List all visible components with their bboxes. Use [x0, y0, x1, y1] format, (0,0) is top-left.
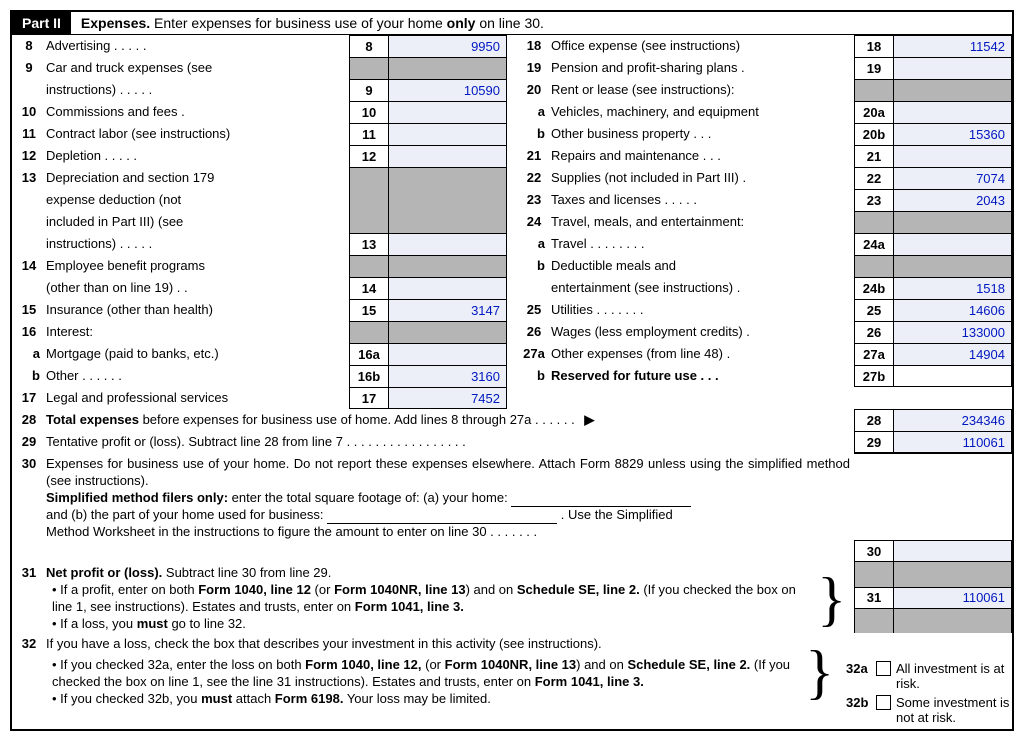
value-25[interactable]: 14606 [894, 299, 1012, 321]
form-schedule-c-part2: Part II Expenses. Enter expenses for bus… [10, 10, 1014, 731]
line-19: 19 Pension and profit-sharing plans . 19 [517, 57, 1012, 79]
line-16b: b Other . . . . . . 16b 3160 [12, 365, 507, 387]
line-20: 20 Rent or lease (see instructions): [517, 79, 1012, 101]
value-24b[interactable]: 1518 [894, 277, 1012, 299]
checkbox-32a[interactable] [876, 661, 891, 676]
value-20b[interactable]: 15360 [894, 123, 1012, 145]
line-32: 32 If you have a loss, check the box tha… [12, 633, 1012, 729]
line-14-a: 14 Employee benefit programs [12, 255, 507, 277]
line-16: 16 Interest: [12, 321, 507, 343]
line-27b: b Reserved for future use . . . 27b [517, 365, 1012, 387]
line-30: 30 Expenses for business use of your hom… [12, 453, 1012, 540]
value-18[interactable]: 11542 [894, 35, 1012, 57]
line-14-b: (other than on line 19) . . 14 [12, 277, 507, 299]
value-17[interactable]: 7452 [389, 387, 507, 409]
line-18: 18 Office expense (see instructions) 18 … [517, 35, 1012, 57]
value-19[interactable] [894, 57, 1012, 79]
brace-icon: } [813, 571, 850, 627]
summary-rows: 28 Total expenses before expenses for bu… [12, 409, 1012, 729]
home-sqft-input[interactable] [511, 492, 691, 507]
value-10[interactable] [389, 101, 507, 123]
expense-columns: 8 Advertising . . . . . 8 9950 9 Car and… [12, 35, 1012, 409]
value-27a[interactable]: 14904 [894, 343, 1012, 365]
line-20a: a Vehicles, machinery, and equipment 20a [517, 101, 1012, 123]
line-24: 24 Travel, meals, and entertainment: [517, 211, 1012, 233]
value-15[interactable]: 3147 [389, 299, 507, 321]
line-12: 12 Depletion . . . . . 12 [12, 145, 507, 167]
line-13-d: instructions) . . . . . 13 [12, 233, 507, 255]
line-22: 22 Supplies (not included in Part III) .… [517, 167, 1012, 189]
brace-icon: } [801, 644, 838, 700]
line-15: 15 Insurance (other than health) 15 3147 [12, 299, 507, 321]
line-25: 25 Utilities . . . . . . . 25 14606 [517, 299, 1012, 321]
line-28: 28 Total expenses before expenses for bu… [12, 409, 1012, 431]
line-13-c: included in Part III) (see [12, 211, 507, 233]
left-column: 8 Advertising . . . . . 8 9950 9 Car and… [12, 35, 507, 409]
line-9-b: instructions) . . . . . 9 10590 [12, 79, 507, 101]
value-16a[interactable] [389, 343, 507, 365]
line-16a: a Mortgage (paid to banks, etc.) 16a [12, 343, 507, 365]
value-11[interactable] [389, 123, 507, 145]
value-23[interactable]: 2043 [894, 189, 1012, 211]
value-28[interactable]: 234346 [894, 409, 1012, 431]
value-22[interactable]: 7074 [894, 167, 1012, 189]
value-14[interactable] [389, 277, 507, 299]
value-30[interactable] [894, 540, 1012, 562]
part-badge: Part II [12, 12, 71, 34]
value-20a[interactable] [894, 101, 1012, 123]
part-title: Expenses. Enter expenses for business us… [71, 15, 544, 31]
line-31: 31 Net profit or (loss). Subtract line 3… [12, 562, 1012, 633]
right-column: 18 Office expense (see instructions) 18 … [517, 35, 1012, 409]
value-16b[interactable]: 3160 [389, 365, 507, 387]
line-10: 10 Commissions and fees . 10 [12, 101, 507, 123]
part-header: Part II Expenses. Enter expenses for bus… [12, 12, 1012, 35]
line-17: 17 Legal and professional services 17 74… [12, 387, 507, 409]
line-13-b: expense deduction (not [12, 189, 507, 211]
value-13[interactable] [389, 233, 507, 255]
value-27b [894, 365, 1012, 387]
value-12[interactable] [389, 145, 507, 167]
line-8: 8 Advertising . . . . . 8 9950 [12, 35, 507, 57]
line-27a: 27a Other expenses (from line 48) . 27a … [517, 343, 1012, 365]
business-sqft-input[interactable] [327, 509, 557, 524]
line-9-a: 9 Car and truck expenses (see [12, 57, 507, 79]
value-9[interactable]: 10590 [389, 79, 507, 101]
line-11: 11 Contract labor (see instructions) 11 [12, 123, 507, 145]
line-13-a: 13 Depreciation and section 179 [12, 167, 507, 189]
value-29[interactable]: 110061 [894, 431, 1012, 453]
value-24a[interactable] [894, 233, 1012, 255]
line-24b-a: b Deductible meals and [517, 255, 1012, 277]
value-31[interactable]: 110061 [894, 587, 1012, 609]
line-24b-b: entertainment (see instructions) . 24b 1… [517, 277, 1012, 299]
line-29: 29 Tentative profit or (loss). Subtract … [12, 431, 1012, 453]
arrow-icon: ▶ [578, 412, 600, 427]
line-24a: a Travel . . . . . . . . 24a [517, 233, 1012, 255]
line-32-checkboxes: 32a All investment is at risk. 32b Some … [842, 633, 1012, 725]
checkbox-32b[interactable] [876, 695, 891, 710]
value-8[interactable]: 9950 [389, 35, 507, 57]
value-26[interactable]: 133000 [894, 321, 1012, 343]
line-21: 21 Repairs and maintenance . . . 21 [517, 145, 1012, 167]
line-26: 26 Wages (less employment credits) . 26 … [517, 321, 1012, 343]
line-23: 23 Taxes and licenses . . . . . 23 2043 [517, 189, 1012, 211]
line-30-box: 30 [12, 540, 1012, 562]
line-20b: b Other business property . . . 20b 1536… [517, 123, 1012, 145]
value-21[interactable] [894, 145, 1012, 167]
